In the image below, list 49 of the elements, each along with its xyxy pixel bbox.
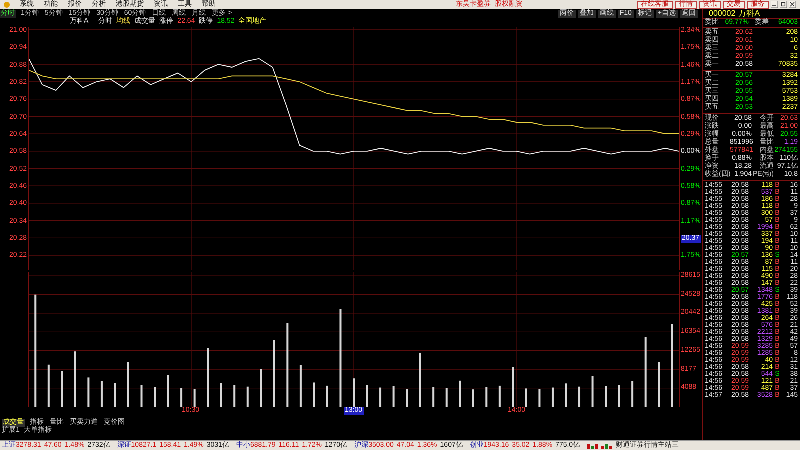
volume-bar [154, 387, 156, 407]
volume-bar [100, 381, 103, 407]
stock-name: 万科A [738, 10, 760, 18]
volume-bar [313, 382, 316, 407]
volume-bar [486, 387, 488, 407]
volume-bar [512, 367, 514, 407]
volume-bar [658, 362, 660, 407]
volume-bar [392, 386, 395, 407]
volume-bar [498, 386, 501, 407]
volume-bar [618, 385, 620, 407]
volume-bar [644, 337, 647, 407]
volume-bar [446, 388, 448, 407]
volume-bar [552, 388, 554, 407]
volume-bar [326, 386, 328, 407]
volume-bar [592, 376, 594, 407]
volume-bar [207, 348, 210, 407]
volume-bar [167, 375, 170, 407]
volume-bar [61, 371, 64, 407]
volume-bar [459, 380, 462, 407]
volume-bar [220, 383, 222, 407]
volume-bar [88, 378, 90, 407]
app-logo-icon [4, 2, 10, 8]
volume-bar [180, 388, 183, 407]
volume-bar [194, 389, 196, 407]
minimize-icon[interactable] [771, 1, 778, 8]
volume-bar [472, 390, 474, 407]
maximize-icon[interactable] [780, 1, 787, 8]
volume-bar [246, 386, 249, 407]
volume-bar [432, 387, 435, 407]
volume-bar [406, 389, 408, 407]
volume-bar [114, 383, 116, 407]
volume-bar [140, 385, 143, 407]
volume-bar [380, 388, 382, 407]
volume-bar [300, 365, 302, 407]
stock-code: 000002 [709, 10, 736, 18]
volume-bar [419, 352, 422, 407]
volume-bar [366, 385, 368, 407]
volume-bar [48, 364, 50, 407]
volume-bar [260, 369, 262, 407]
volume-bar [273, 340, 276, 407]
volume-bar [538, 389, 541, 407]
volume-bar [565, 384, 568, 407]
connection-status-icon [587, 442, 614, 448]
volume-bar [234, 385, 236, 407]
volume-bar [605, 386, 608, 407]
volume-bar [74, 352, 76, 407]
volume-bar [525, 388, 528, 407]
close-icon[interactable] [789, 1, 796, 8]
volume-bar [632, 381, 634, 407]
